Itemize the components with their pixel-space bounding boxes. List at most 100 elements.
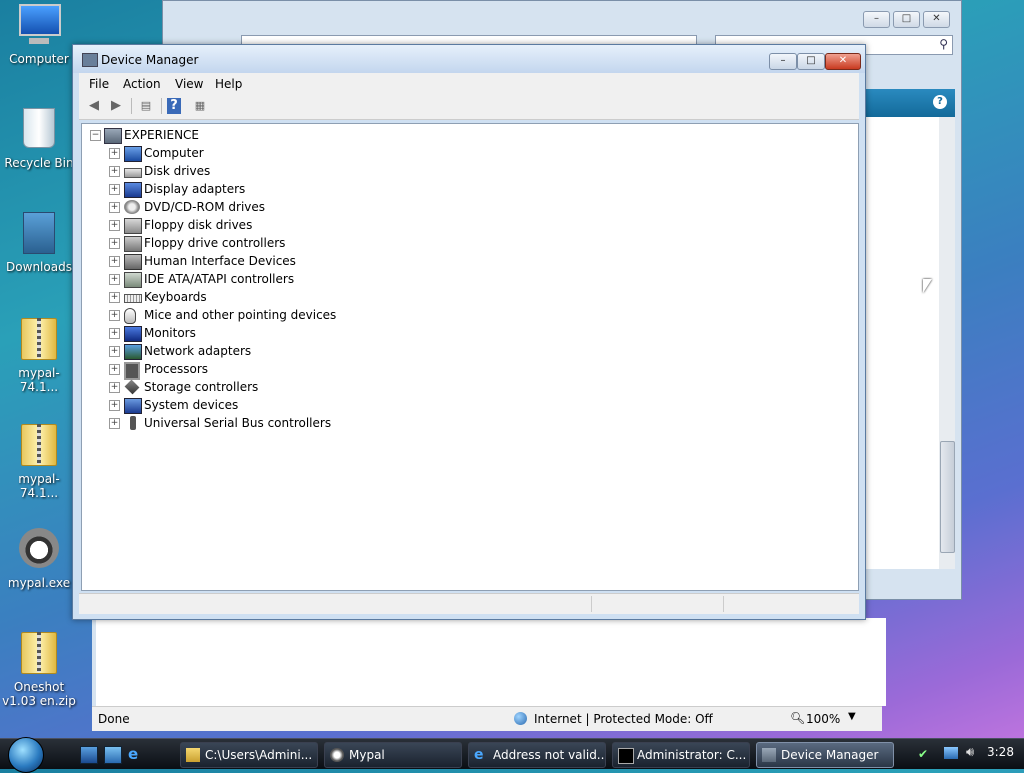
menu-help[interactable]: Help (215, 77, 242, 91)
tree-node-label: DVD/CD-ROM drives (144, 200, 266, 214)
tree-node[interactable]: + Mice and other pointing devices (82, 306, 402, 324)
expand-icon[interactable]: + (109, 382, 120, 393)
taskbar-button-cmd[interactable]: Administrator: C... (612, 742, 750, 768)
tree-node-label: Disk drives (144, 164, 211, 178)
tree-node[interactable]: + DVD/CD-ROM drives (82, 198, 402, 216)
tree-node-label: Network adapters (144, 344, 252, 358)
show-desktop-icon[interactable] (80, 746, 98, 764)
security-zone[interactable]: Internet | Protected Mode: Off (534, 712, 713, 726)
expand-icon[interactable]: + (109, 400, 120, 411)
tree-node[interactable]: + Processors (82, 360, 402, 380)
maximize-button[interactable]: □ (797, 53, 825, 70)
floppy-drive-icon (124, 218, 142, 234)
desktop-icon-label: Downloads (6, 260, 72, 274)
title-bar[interactable]: Device Manager – □ ✕ (73, 45, 865, 73)
expand-icon[interactable]: + (109, 346, 120, 357)
expand-icon[interactable]: + (109, 418, 120, 429)
desktop-icon-recycle-bin[interactable]: Recycle Bin (0, 108, 78, 170)
expand-icon[interactable]: + (109, 292, 120, 303)
system-devices-icon (124, 398, 142, 414)
desktop-icon-mypal-exe[interactable]: mypal.exe (0, 528, 78, 590)
desktop-icon-oneshot-zip[interactable]: Oneshot v1.03 en.zip (0, 632, 78, 708)
tree-node[interactable]: + Network adapters (82, 342, 402, 360)
help-icon[interactable]: ? (933, 95, 947, 109)
menu-view[interactable]: View (175, 77, 203, 91)
globe-icon (514, 712, 527, 725)
minimize-button[interactable]: – (863, 11, 890, 28)
forward-arrow-icon[interactable]: ▶ (107, 98, 125, 114)
mypal-icon (330, 748, 344, 762)
tree-node[interactable]: + Display adapters (82, 180, 402, 198)
menu-bar: File Action View Help (79, 73, 859, 95)
desktop-icon-computer[interactable]: Computer (0, 4, 78, 66)
expand-icon[interactable]: + (109, 202, 120, 213)
expand-icon[interactable]: + (109, 328, 120, 339)
collapse-icon[interactable]: − (90, 130, 101, 141)
expand-icon[interactable]: + (109, 274, 120, 285)
tree-node[interactable]: + Universal Serial Bus controllers (82, 414, 402, 432)
desktop-icon-downloads[interactable]: Downloads (0, 212, 78, 274)
taskbar-button-mypal[interactable]: Mypal (324, 742, 462, 768)
downloads-icon (19, 212, 59, 256)
tree-node[interactable]: + Monitors (82, 324, 402, 342)
menu-file[interactable]: File (89, 77, 109, 91)
network-tray-icon[interactable]: ✔ (918, 747, 928, 761)
keyboard-icon (124, 294, 142, 303)
close-button[interactable]: ✕ (825, 53, 861, 70)
tree-root[interactable]: − EXPERIENCE (82, 126, 382, 144)
tree-node[interactable]: + Disk drives (82, 162, 402, 180)
computer-icon (19, 4, 61, 48)
tree-node[interactable]: + Floppy drive controllers (82, 234, 402, 252)
tree-node[interactable]: + Keyboards (82, 288, 402, 306)
expand-icon[interactable]: + (109, 364, 120, 375)
minimize-button[interactable]: – (769, 53, 797, 70)
zoom-level[interactable]: 100% (806, 712, 840, 726)
tree-node[interactable]: + Computer (82, 144, 402, 162)
properties-icon[interactable]: ▦ (191, 98, 209, 114)
zip-folder-icon (19, 424, 59, 468)
computer-icon (124, 146, 142, 162)
taskbar-button-ie[interactable]: e Address not valid... (468, 742, 606, 768)
expand-icon[interactable]: + (109, 148, 120, 159)
ie-status-text: Done (98, 712, 130, 726)
tree-node[interactable]: + Human Interface Devices (82, 252, 402, 270)
device-tree[interactable]: − EXPERIENCE + Computer + Disk drives + Displ… (81, 123, 859, 591)
desktop-icon-mypal-zip-2[interactable]: mypal-74.1... (0, 424, 78, 500)
expand-icon[interactable]: + (109, 166, 120, 177)
tree-node[interactable]: + IDE ATA/ATAPI controllers (82, 270, 402, 288)
network-connection-icon[interactable] (944, 747, 958, 759)
expand-icon[interactable]: + (109, 184, 120, 195)
maximize-button[interactable]: □ (893, 11, 920, 28)
expand-icon[interactable]: + (109, 310, 120, 321)
show-hide-console-tree-icon[interactable]: ▤ (137, 98, 155, 114)
ie-icon[interactable]: e (128, 746, 144, 762)
tree-node-label: System devices (144, 398, 239, 412)
vertical-scrollbar[interactable] (939, 117, 955, 569)
volume-icon[interactable]: 🔊︎ (966, 745, 974, 760)
tree-node[interactable]: + Storage controllers (82, 378, 402, 396)
expand-icon[interactable]: + (109, 256, 120, 267)
device-manager-window[interactable]: Device Manager – □ ✕ File Action View He… (72, 44, 866, 620)
help-icon[interactable]: ? (167, 98, 181, 114)
desktop-icon-mypal-zip-1[interactable]: mypal-74.1... (0, 318, 78, 394)
scrollbar-thumb[interactable] (940, 441, 955, 553)
tree-node[interactable]: + System devices (82, 396, 402, 414)
switch-windows-icon[interactable] (104, 746, 122, 764)
clock[interactable]: 3:28 (987, 745, 1014, 759)
desktop-icon-label: mypal-74.1... (18, 366, 60, 394)
tree-node[interactable]: + Floppy disk drives (82, 216, 402, 234)
disk-drive-icon (124, 168, 142, 178)
back-arrow-icon[interactable]: ◀ (85, 98, 103, 114)
chevron-down-icon[interactable]: ▼ (848, 711, 856, 722)
taskbar-button-explorer[interactable]: C:\Users\Admini... (180, 742, 318, 768)
expand-icon[interactable]: + (109, 238, 120, 249)
menu-action[interactable]: Action (123, 77, 161, 91)
tree-node-label: Floppy drive controllers (144, 236, 286, 250)
zoom-icon: 🔍︎ (790, 711, 806, 725)
expand-icon[interactable]: + (109, 220, 120, 231)
device-manager-icon (82, 53, 98, 67)
usb-icon (130, 416, 136, 430)
close-button[interactable]: ✕ (923, 11, 950, 28)
monitor-icon (124, 326, 142, 342)
taskbar-button-device-manager[interactable]: Device Manager (756, 742, 894, 768)
